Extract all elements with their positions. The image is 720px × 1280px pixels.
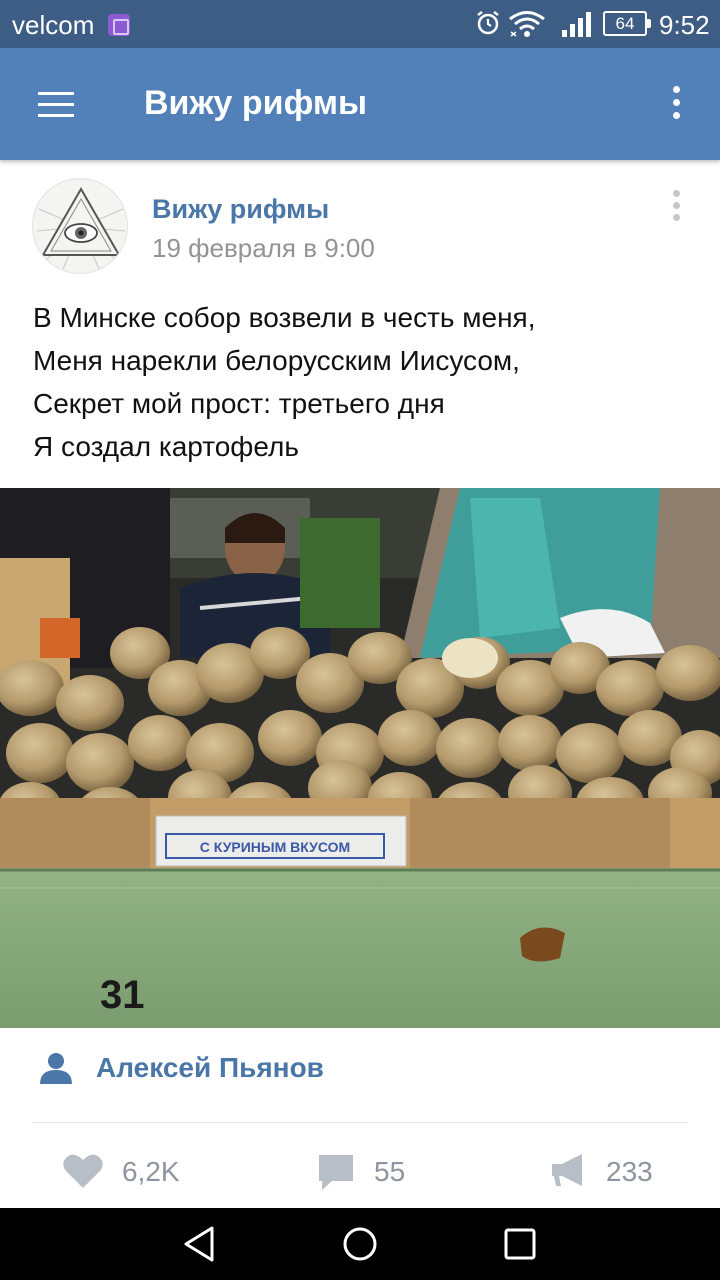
carrier-label: velcom [12, 10, 95, 40]
home-icon[interactable] [340, 1224, 380, 1264]
counter-number: 31 [100, 973, 145, 1017]
megaphone-icon [552, 1154, 582, 1186]
potato-market-image: С КУРИНЫМ ВКУСОМ 31 [0, 488, 720, 1028]
user-icon [40, 1053, 72, 1084]
alarm-icon [477, 11, 499, 35]
community-avatar[interactable] [32, 178, 128, 274]
post-text-line: Секрет мой прост: третьего дня [33, 388, 445, 419]
gallery-notification-icon [108, 14, 130, 36]
comment-icon [319, 1155, 353, 1190]
clock: 9:52 [659, 10, 710, 40]
all-seeing-eye-logo [36, 186, 126, 270]
post-text-line: Я создал картофель [33, 431, 299, 462]
post-header: Вижу рифмы 19 февраля в 9:00 [0, 160, 720, 280]
recent-apps-icon[interactable] [500, 1224, 540, 1264]
post-date: 19 февраля в 9:00 [152, 233, 375, 263]
signal-icon [562, 12, 591, 37]
post-options-icon[interactable] [666, 190, 686, 226]
status-bar: velcom 64 9:52 [0, 0, 720, 48]
like-count: 6,2K [122, 1156, 180, 1187]
post-signer[interactable]: Алексей Пьянов [0, 1030, 720, 1120]
post-text: В Минске собор возвели в честь меня, Мен… [33, 296, 693, 468]
page-title: Вижу рифмы [144, 84, 368, 122]
post-text-line: Меня нарекли белорусским Иисусом, [33, 345, 520, 376]
navigation-bar [0, 1208, 720, 1280]
comment-count: 55 [374, 1156, 406, 1187]
photo-sign-text: С КУРИНЫМ ВКУСОМ [200, 839, 350, 855]
share-count: 233 [606, 1156, 653, 1187]
app-bar: Вижу рифмы [0, 48, 720, 160]
more-vertical-icon[interactable] [664, 86, 688, 126]
wifi-icon [509, 11, 545, 37]
back-icon[interactable] [180, 1224, 220, 1264]
post-photo[interactable]: С КУРИНЫМ ВКУСОМ 31 [0, 488, 720, 1028]
post-actions: 6,2K 55 233 [0, 1130, 720, 1210]
post-text-line: В Минске собор возвели в честь меня, [33, 302, 536, 333]
heart-icon [63, 1154, 103, 1188]
battery-indicator: 64 [603, 11, 651, 36]
post-author[interactable]: Вижу рифмы [152, 194, 329, 225]
signer-name[interactable]: Алексей Пьянов [96, 1052, 324, 1084]
hamburger-icon[interactable] [38, 92, 74, 118]
divider [32, 1122, 688, 1123]
